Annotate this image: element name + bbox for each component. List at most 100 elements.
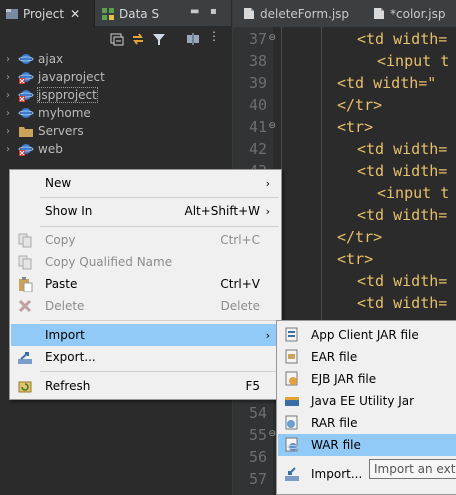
context-menu: New › Show In Alt+Shift+W › Copy Ctrl+C … [9,169,282,400]
submenu-item-label: App Client JAR file [311,328,419,342]
submenu-item-label: EAR file [311,350,358,364]
editor-tab-bar: deleteForm.jsp *color.jsp [233,0,456,27]
code-line: <td width= [357,294,448,312]
delete-icon [17,299,33,314]
tab-color-jsp[interactable]: *color.jsp [373,0,445,27]
line-number: 40 [248,96,267,114]
menu-item-label: Import [45,328,85,342]
chevron-right-icon[interactable]: › [6,90,16,101]
copy-icon [17,233,33,248]
eclipse-window: Project ✕ Data S ▬ ▪ ⋮ › ajax › javaproj… [0,0,456,495]
tab-label: *color.jsp [390,6,446,21]
submenu-item-war-file[interactable]: WAR file [278,434,456,456]
submenu-item-app-client-jar[interactable]: App Client JAR file [278,324,456,346]
ejb-jar-icon [284,371,300,387]
tab-label: deleteForm.jsp [260,6,350,21]
line-number: 57 [248,470,267,488]
tree-item-label: web [38,142,63,156]
code-line: <td width= [357,140,448,158]
filter-icon[interactable] [152,31,166,45]
menu-item-import[interactable]: Import › [11,324,280,346]
export-icon [17,350,33,365]
tree-item-ajax[interactable]: › ajax [0,50,231,68]
menu-item-copy-qualified-name[interactable]: Copy Qualified Name [11,251,280,273]
tab-label: Data S [119,6,160,21]
tree-item-web[interactable]: › web [0,140,231,158]
menu-item-shortcut: Alt+Shift+W [184,204,261,218]
tree-item-label: javaproject [38,70,105,84]
line-number: 38 [248,52,267,70]
menu-item-new[interactable]: New › [11,172,280,194]
code-line: <td width= [357,162,448,180]
fold-collapse-icon[interactable]: ⊖ [268,33,276,43]
menu-item-export[interactable]: Export... [11,346,280,368]
explorer-tab-bar: Project ✕ Data S ▬ ▪ [0,0,231,27]
menu-item-show-in[interactable]: Show In Alt+Shift+W › [11,200,280,222]
maximize-icon[interactable]: ▪ [210,6,217,17]
menu-item-copy[interactable]: Copy Ctrl+C [11,229,280,251]
menu-item-paste[interactable]: Paste Ctrl+V [11,273,280,295]
tab-project-explorer[interactable]: Project ✕ [0,0,95,27]
code-line: <input t [377,184,450,202]
code-line: </tr> [337,96,383,114]
menu-separator [40,226,279,227]
line-number: 56 [248,448,267,466]
web-project-error-icon [18,70,34,84]
web-project-icon [18,106,34,120]
code-line: <input t [377,52,450,70]
jsp-file-icon [243,7,255,20]
folder-icon [18,124,34,138]
tab-data-source[interactable]: Data S [96,0,176,27]
code-line: <td width= [357,30,448,48]
utility-jar-icon [284,393,300,409]
tree-item-javaproject[interactable]: › javaproject [0,68,231,86]
tab-deleteform-jsp[interactable]: deleteForm.jsp [243,0,349,27]
menu-item-refresh[interactable]: Refresh F5 [11,375,280,397]
menu-separator [40,371,279,372]
chevron-right-icon[interactable]: › [6,72,16,83]
rar-file-icon [284,415,300,431]
view-menu-icon[interactable]: ⋮ [208,29,222,43]
close-icon[interactable]: ✕ [70,7,80,21]
chevron-right-icon[interactable]: › [6,108,16,119]
menu-item-label: Delete [45,299,85,313]
menu-item-label: Copy Qualified Name [45,255,173,269]
fold-collapse-icon[interactable]: ⊖ [268,121,276,131]
chevron-right-icon[interactable]: › [6,144,16,155]
tree-item-jspproject[interactable]: › jspproject [0,86,231,104]
web-project-error-icon [18,88,34,102]
app-client-jar-icon [284,327,300,343]
menu-item-shortcut: F5 [245,379,260,393]
paste-icon [17,277,33,293]
submenu-item-rar-file[interactable]: RAR file [278,412,456,434]
copy-icon [17,255,33,270]
menu-item-shortcut: Ctrl+V [220,277,260,291]
data-source-icon [101,7,115,21]
submenu-item-ejb-jar-file[interactable]: EJB JAR file [278,368,456,390]
menu-item-label: Refresh [45,379,91,393]
tree-item-label: Servers [38,124,84,138]
submenu-arrow-icon: › [265,328,270,342]
tooltip: Import an exter [369,459,456,479]
minimize-icon[interactable]: ▬ [190,6,199,17]
fold-collapse-icon[interactable]: ⊖ [268,429,276,439]
tree-item-servers[interactable]: › Servers [0,122,231,140]
code-line: <td width= [357,206,448,224]
menu-item-delete[interactable]: Delete Delete [11,295,280,317]
tree-item-myhome[interactable]: › myhome [0,104,231,122]
submenu-item-label: Import... [311,467,363,481]
submenu-arrow-icon: › [265,176,270,190]
menu-item-label: Paste [45,277,78,291]
web-project-icon [18,52,34,66]
line-number: 54 [248,404,267,422]
submenu-item-java-ee-utility-jar[interactable]: Java EE Utility Jar [278,390,456,412]
chevron-right-icon[interactable]: › [6,54,16,65]
focus-icon[interactable] [186,31,200,45]
chevron-right-icon[interactable]: › [6,126,16,137]
code-line: <td width=" [337,74,437,92]
menu-item-label: Export... [45,350,96,364]
link-with-editor-icon[interactable] [131,31,145,45]
line-number: 37 [248,30,267,48]
collapse-all-icon[interactable] [110,31,124,46]
submenu-item-ear-file[interactable]: EAR file [278,346,456,368]
